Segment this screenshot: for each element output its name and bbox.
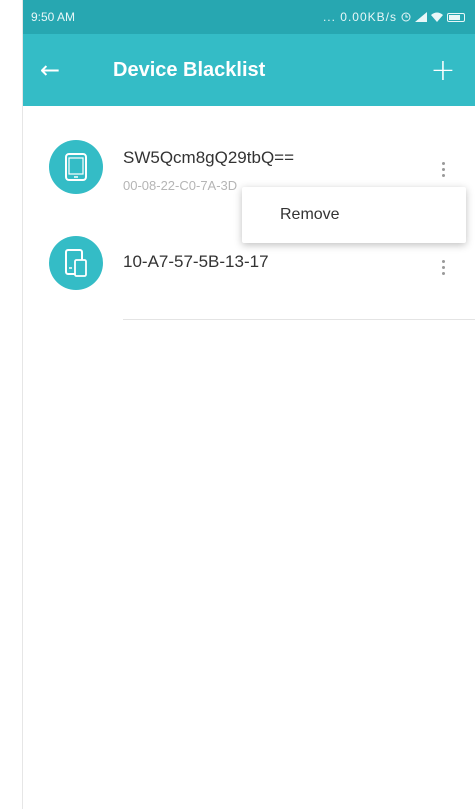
more-vert-icon-dot [441,173,445,177]
device-mac: 00-08-22-C0-7A-3D [123,178,238,193]
more-vert-icon-dot [441,167,445,171]
more-vert-icon-dot [441,271,445,275]
back-button[interactable]: ← [23,34,77,106]
context-menu: Remove [242,187,466,243]
clock-icon [401,12,411,22]
device-avatar [49,236,103,290]
device-name: SW5Qcm8gQ29tbQ== [123,148,295,167]
remove-menu-item[interactable]: Remove [242,187,466,243]
status-bar: 9:50 AM ... 0.00KB/s [23,0,475,34]
device-avatar [49,140,103,194]
more-options-button[interactable] [433,154,453,184]
add-device-button[interactable]: + [423,34,463,106]
more-vert-icon-dot [441,265,445,269]
device-name: 10-A7-57-5B-13-17 [123,252,269,271]
plus-icon: + [430,52,456,88]
battery-icon [447,12,465,22]
multi-device-icon [65,249,87,277]
divider [123,319,475,320]
wifi-icon [431,12,443,22]
status-indicators: ... 0.00KB/s [323,10,465,24]
more-vert-icon [441,161,445,165]
status-time: 9:50 AM [31,10,76,24]
app-screen: 9:50 AM ... 0.00KB/s ← Device Blacklist … [22,0,475,809]
more-vert-icon [441,259,445,263]
more-options-button[interactable] [433,252,453,282]
page-title: Device Blacklist [113,58,266,81]
arrow-left-icon: ← [39,56,61,84]
signal-icon [415,12,427,22]
network-speed: ... 0.00KB/s [322,10,397,24]
app-bar: ← Device Blacklist + [23,34,475,106]
tablet-icon [65,153,87,181]
